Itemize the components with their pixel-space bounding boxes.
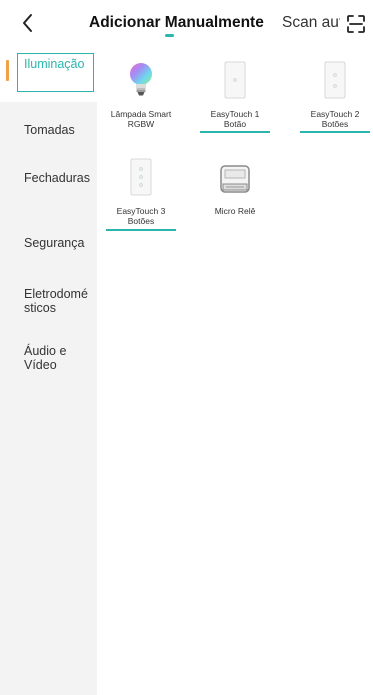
switch-3-buttons-icon [130, 158, 152, 196]
device-card-easytouch-1[interactable]: EasyTouch 1 Botão [200, 51, 270, 133]
device-name: EasyTouch 3 Botões [116, 206, 166, 226]
sidebar-item-label: Áudio e Vídeo [24, 344, 67, 372]
sidebar-item-eletrodomesticos[interactable]: Eletrodomésticos [0, 270, 97, 334]
device-card-micro-relay[interactable]: Micro Relê [200, 148, 270, 232]
rgbw-bulb-icon [130, 63, 152, 96]
device-name: EasyTouch 2 Botões [310, 109, 360, 129]
category-sidebar: Iluminação Tomadas Fechaduras Segurança … [0, 46, 97, 695]
active-item-marker [6, 60, 9, 81]
sidebar-item-audio-video[interactable]: Áudio e Vídeo [0, 334, 97, 394]
sidebar-item-label: Iluminação [24, 57, 85, 71]
device-name: Micro Relê [214, 206, 256, 216]
switch-2-buttons-icon [324, 61, 346, 99]
device-name: Lâmpada Smart RGBW [110, 109, 172, 129]
top-header: Adicionar Manualmente Scan automático [0, 0, 373, 46]
scan-frame-icon[interactable] [346, 14, 366, 34]
card-selection-underline [200, 131, 270, 133]
tab-auto-scan[interactable]: Scan automático [282, 14, 340, 32]
sidebar-item-label: Tomadas [24, 123, 75, 137]
sidebar-item-iluminacao[interactable]: Iluminação [0, 46, 97, 102]
card-selection-underline [300, 131, 370, 133]
sidebar-item-label: Segurança [24, 236, 85, 250]
card-selection-underline [106, 229, 176, 231]
device-card-easytouch-2[interactable]: EasyTouch 2 Botões [300, 51, 370, 133]
sidebar-item-fechaduras[interactable]: Fechaduras [0, 158, 97, 218]
chevron-left-icon[interactable] [18, 11, 38, 35]
device-card-easytouch-3[interactable]: EasyTouch 3 Botões [106, 148, 176, 232]
device-name: EasyTouch 1 Botão [210, 109, 260, 129]
sidebar-item-seguranca[interactable]: Segurança [0, 218, 97, 270]
active-tab-indicator [165, 34, 174, 37]
micro-relay-icon [220, 165, 250, 193]
sidebar-item-label: Fechaduras [24, 171, 91, 185]
switch-1-button-icon [224, 61, 246, 99]
sidebar-item-tomadas[interactable]: Tomadas [0, 102, 97, 158]
device-card-rgbw-bulb[interactable]: Lâmpada Smart RGBW [106, 51, 176, 133]
tab-add-manually[interactable]: Adicionar Manualmente [89, 14, 264, 32]
sidebar-item-label: Eletrodomésticos [24, 287, 88, 315]
